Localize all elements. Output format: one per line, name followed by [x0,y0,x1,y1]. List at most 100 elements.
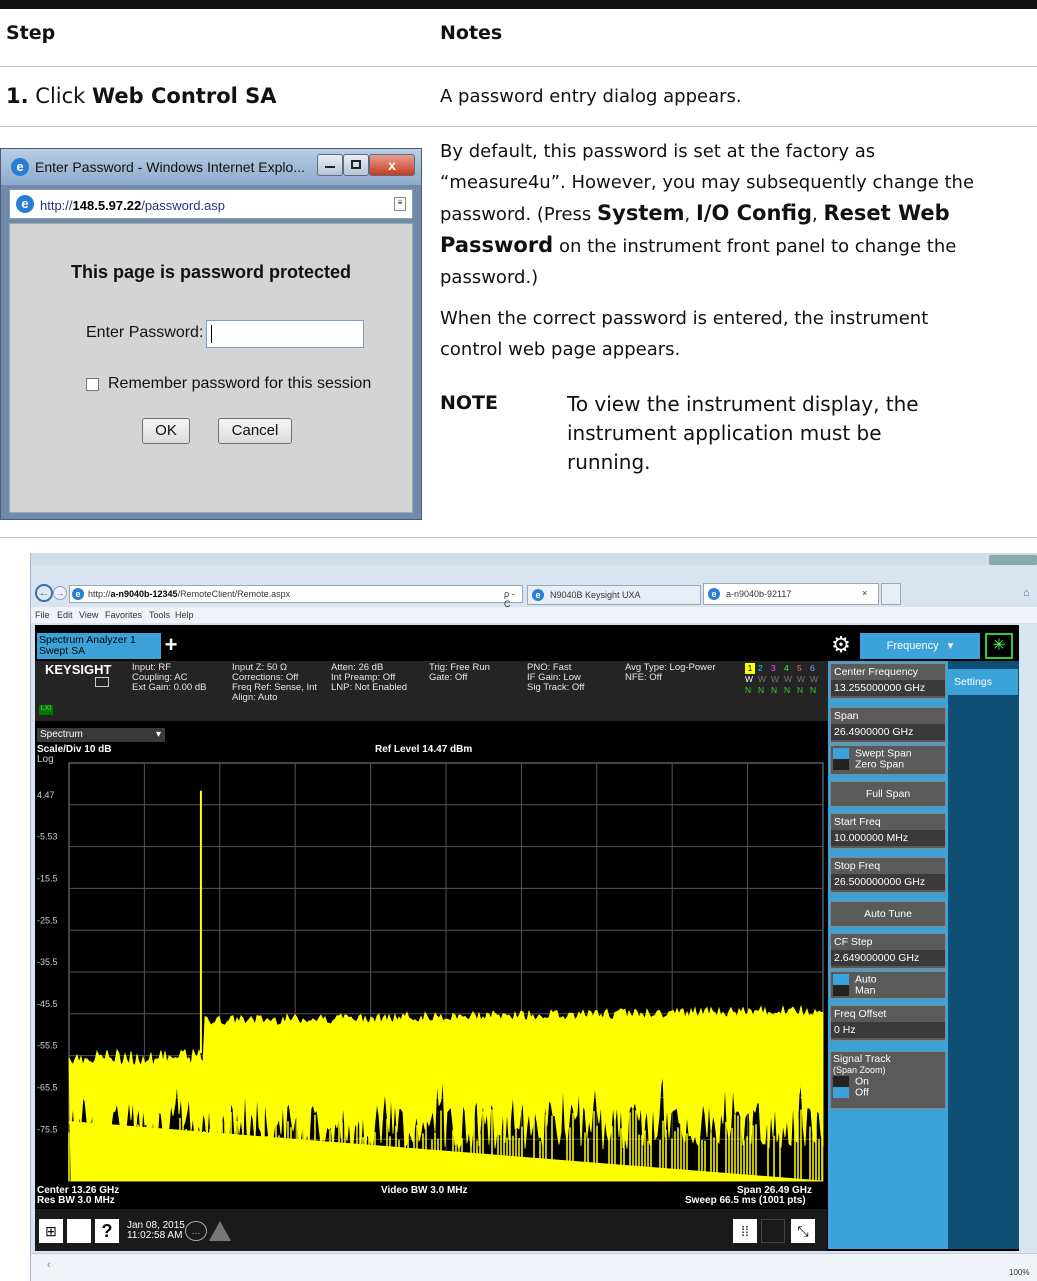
trace-trace_w-2: W [758,674,767,684]
windows-start-icon[interactable]: ⊞ [39,1219,63,1243]
trace-trace_n-5: N [797,685,804,695]
freq-offset-control[interactable]: Freq Offset 0 Hz [830,1005,946,1041]
auto-tune-button[interactable]: Auto Tune [830,901,946,927]
cf-step-control[interactable]: CF Step 2.649000000 GHz [830,933,946,969]
menu-favorites[interactable]: Favorites [105,610,142,620]
menu-edit[interactable]: Edit [57,610,73,620]
remember-checkbox[interactable] [86,378,99,391]
tab-label: a-n9040b-92117 [726,589,792,599]
multi-window-icon[interactable]: ⁞⁞ [733,1219,757,1243]
address-bar[interactable]: e http://a-n9040b-12345/RemoteClient/Rem… [69,585,523,609]
trace-indicator[interactable]: 123456WWWWWWNNNNNN [745,663,827,696]
unselected-indicator [833,1076,849,1087]
url-host: 148.5.97.22 [72,198,142,213]
spectrum-plot[interactable]: 4.47 -5.53 -15.5 -25.5 -35.5 -45.5 -55.5 -65.5 -… [35,757,827,1193]
home-icon[interactable]: ⌂ [1023,587,1030,599]
window-top [31,553,1037,565]
alert-icon[interactable] [209,1221,231,1241]
scroll-left-icon[interactable]: ‹ [47,1259,51,1271]
option-man[interactable]: Man [833,984,943,997]
back-icon[interactable]: ← [35,584,53,602]
settings-gear-icon[interactable]: ⚙ [828,633,854,659]
help-icon[interactable]: ? [95,1219,119,1243]
settings-tab[interactable]: Settings [948,669,1018,695]
minimize-button[interactable] [317,154,343,176]
trace-trace_n-1: N [745,685,752,695]
status-text: LNP: Not Enabled [331,682,408,693]
note-line: When the correct password is entered, th… [440,308,929,329]
note-line: “measure4u”. However, you may subsequent… [440,172,975,193]
stop-freq-control[interactable]: Stop Freq 26.500000000 GHz [830,857,946,893]
menu-file[interactable]: File [35,610,50,620]
layout-icon[interactable] [761,1219,785,1243]
url-path: /password.asp [141,198,226,213]
forward-icon[interactable]: → [53,586,67,600]
maximize-button[interactable] [343,154,369,176]
zoom-level[interactable]: 100% [1009,1268,1029,1277]
remember-label: Remember password for this session [108,375,372,392]
message-icon[interactable]: … [185,1221,207,1241]
tab-active[interactable]: e a-n9040b-92117 × [703,583,879,605]
unselected-indicator [833,759,849,771]
ref-level: Ref Level 14.47 dBm [375,744,473,755]
trace-trace_nums-5: 5 [797,663,802,673]
search-refresh-icon[interactable]: ρ - C [504,589,522,609]
file-explorer-icon[interactable] [67,1219,91,1243]
note-line: password. (Press System, I/O Config, Res… [440,198,1030,230]
password-input[interactable] [206,320,364,348]
frequency-menu-panel: Center Frequency 13.255000000 GHz Span 2… [828,661,948,1249]
sep: , [684,204,691,225]
date-time: Jan 08, 2015 11:02:58 AM [127,1221,185,1241]
start-freq-control[interactable]: Start Freq 10.000000 MHz [830,813,946,849]
center-frequency-control[interactable]: Center Frequency 13.255000000 GHz [830,663,946,699]
url-prefix: http:// [88,589,111,599]
trace-trace_n-3: N [771,685,778,695]
mode-tab[interactable]: Spectrum Analyzer 1 Swept SA [37,633,161,659]
signal-track-control[interactable]: Signal Track (Span Zoom) On Off [830,1051,946,1109]
full-span-button[interactable]: Full Span [830,781,946,807]
swept-zero-toggle[interactable]: Swept Span Zero Span [830,745,946,775]
menu-tools[interactable]: Tools [149,610,170,620]
control-label: Center Frequency [834,666,919,678]
tab-n9040b[interactable]: e N9040B Keysight UXA [527,585,701,605]
analyzer-app: Spectrum Analyzer 1 Swept SA + ⚙ Frequen… [35,625,1019,1251]
status-text: Align: Auto [232,692,278,703]
cancel-button[interactable]: Cancel [218,418,292,444]
url-path: /RemoteClient/Remote.aspx [177,589,291,599]
tab-close-icon[interactable]: × [862,588,867,598]
trace-trace_w-4: W [784,674,793,684]
time: 11:02:58 AM [127,1230,183,1241]
new-tab-button[interactable] [881,583,901,605]
note-label: NOTE [440,392,498,414]
status-col: Atten: 26 dB Int Preamp: Off LNP: Not Enab… [331,663,407,693]
option-auto[interactable]: Auto [833,974,943,985]
close-button[interactable]: x [369,154,415,176]
trace-trace_w-3: W [771,674,780,684]
dialog-body: This page is password protected Enter Pa… [9,223,413,513]
section-rule [0,537,1037,538]
menu-panel-selector[interactable]: Frequency ▾ [860,633,980,659]
dialog-address-bar[interactable]: e http://148.5.97.22/password.asp ≡ [9,189,413,219]
cf-step-auto-man[interactable]: Auto Man [830,971,946,999]
ie-page-icon: e [16,195,34,213]
option-zero[interactable]: Zero Span [833,758,943,771]
note-text: on the instrument front panel to change … [558,236,957,257]
menu-bar: File Edit View Favorites Tools Help [31,607,1037,623]
add-mode-icon[interactable]: + [161,633,181,659]
password-label: Enter Password: [86,324,204,341]
window-selector[interactable]: Spectrum ▾ [37,728,165,742]
window-controls[interactable] [989,555,1037,565]
option-label: Man [855,984,876,997]
menu-view[interactable]: View [79,610,98,620]
note-line: By default, this password is set at the … [440,141,876,162]
status-col: Trig: Free Run Gate: Off [429,663,490,683]
span-control[interactable]: Span 26.4900000 GHz [830,707,946,743]
control-value: 26.500000000 GHz [831,874,945,890]
zoom-window-icon[interactable]: ⤡ [791,1219,815,1243]
option-off[interactable]: Off [833,1087,943,1099]
menu-help[interactable]: Help [175,610,194,620]
option-on[interactable]: On [833,1076,943,1087]
option-label: Zero Span [855,758,905,771]
trace-trace_w-6: W [810,674,819,684]
ok-button[interactable]: OK [142,418,190,444]
